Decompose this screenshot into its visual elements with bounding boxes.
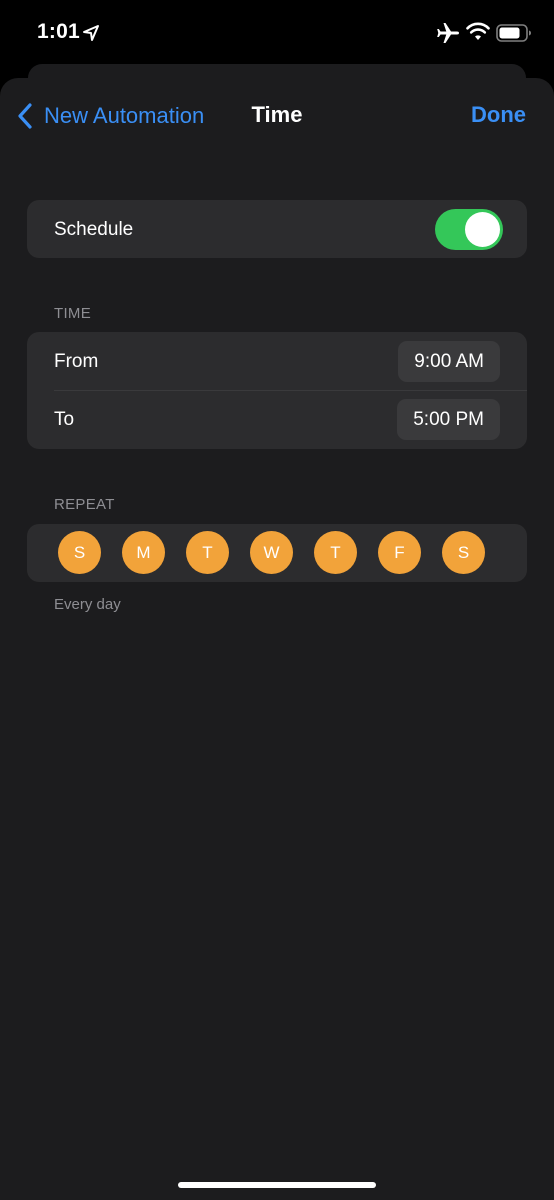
day-sunday[interactable]: S bbox=[58, 531, 101, 574]
to-label: To bbox=[54, 409, 75, 430]
location-icon bbox=[83, 25, 99, 41]
day-tuesday[interactable]: T bbox=[186, 531, 229, 574]
wifi-icon bbox=[466, 22, 490, 40]
back-button-label: New Automation bbox=[44, 103, 205, 128]
time-section-header: TIME bbox=[54, 305, 92, 322]
day-thursday[interactable]: T bbox=[314, 531, 357, 574]
day-saturday[interactable]: S bbox=[442, 531, 485, 574]
schedule-label: Schedule bbox=[54, 219, 134, 240]
home-indicator[interactable] bbox=[178, 1182, 376, 1188]
toggle-knob bbox=[465, 212, 500, 247]
schedule-group: Schedule bbox=[27, 200, 527, 258]
from-time-picker[interactable]: 9:00 AM bbox=[398, 341, 500, 382]
from-label: From bbox=[54, 351, 99, 372]
screen: 1:01 New Automation Time Done Schedule T… bbox=[0, 0, 554, 1200]
schedule-toggle[interactable] bbox=[435, 209, 503, 250]
day-wednesday[interactable]: W bbox=[250, 531, 293, 574]
done-button[interactable]: Done bbox=[471, 102, 526, 128]
day-friday[interactable]: F bbox=[378, 531, 421, 574]
row-divider bbox=[54, 390, 527, 391]
status-time: 1:01 bbox=[37, 20, 80, 43]
time-group: From 9:00 AM To 5:00 PM bbox=[27, 332, 527, 449]
repeat-section-header: REPEAT bbox=[54, 496, 115, 513]
battery-icon bbox=[496, 24, 531, 42]
day-monday[interactable]: M bbox=[122, 531, 165, 574]
to-time-picker[interactable]: 5:00 PM bbox=[397, 399, 500, 440]
chevron-left-icon bbox=[18, 103, 32, 129]
airplane-icon bbox=[437, 23, 459, 43]
back-button[interactable]: New Automation bbox=[16, 100, 204, 132]
modal-sheet: New Automation Time Done Schedule TIME F… bbox=[0, 78, 554, 1200]
repeat-group: S M T W T F S bbox=[27, 524, 527, 582]
repeat-summary: Every day bbox=[54, 596, 121, 613]
status-bar: 1:01 bbox=[0, 0, 554, 66]
